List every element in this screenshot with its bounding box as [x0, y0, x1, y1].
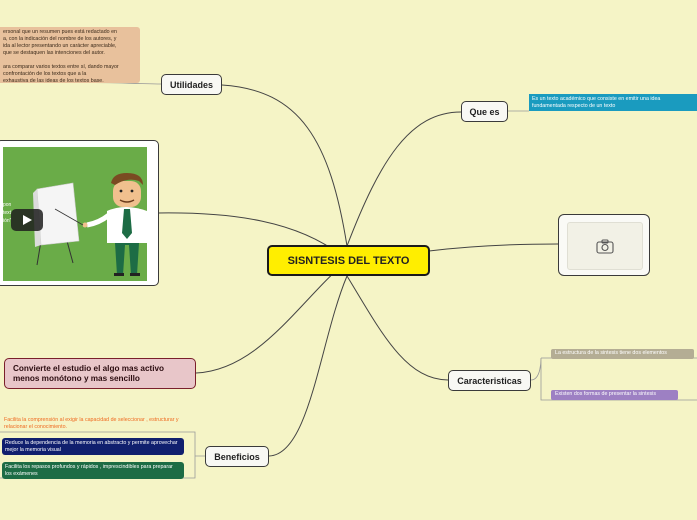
- branch-beneficios-label: Beneficios: [214, 451, 260, 462]
- que-es-note[interactable]: Es un texto académico que consiste en em…: [529, 94, 697, 111]
- branch-caracteristicas[interactable]: Caracteristicas: [448, 370, 531, 391]
- beneficio-item-1[interactable]: Facilita la comprensión al exigir la cap…: [4, 417, 184, 432]
- camera-icon: [596, 238, 614, 254]
- link-convierte: [195, 260, 348, 374]
- image-placeholder[interactable]: [567, 222, 643, 270]
- branch-convierte[interactable]: Convierte el estudio el algo mas activo …: [4, 358, 196, 389]
- image-node[interactable]: [558, 214, 650, 276]
- video-thumbnail[interactable]: pon text ión": [3, 147, 147, 281]
- caracteristica-item-2[interactable]: Existen dos formas de presentar la sinte…: [551, 390, 678, 400]
- play-button[interactable]: [11, 209, 43, 231]
- branch-que-es-label: Que es: [469, 106, 500, 117]
- branch-caracteristicas-label: Caracteristicas: [457, 375, 522, 386]
- branch-utilidades[interactable]: Utilidades: [161, 74, 222, 95]
- central-topic[interactable]: SISNTESIS DEL TEXTO: [267, 245, 430, 276]
- utilidades-note-line: exhaustiva de las ideas de los textos ba…: [3, 77, 104, 84]
- utilidades-note-line: ida al lector presentando un carácter ap…: [3, 43, 117, 49]
- link-utilidades: [221, 84, 348, 247]
- central-topic-label: SISNTESIS DEL TEXTO: [287, 254, 410, 267]
- beneficio-item-3[interactable]: Facilita los repasos profundos y rápidos…: [2, 462, 184, 479]
- utilidades-note-line: ersonal que un resumen pues está redacta…: [3, 29, 117, 35]
- branch-beneficios[interactable]: Beneficios: [205, 446, 269, 467]
- link-image: [428, 243, 559, 252]
- play-icon: [23, 215, 32, 225]
- video-node[interactable]: pon text ión": [0, 140, 159, 286]
- utilidades-note-text: ersonal que un resumen pues está redacta…: [3, 29, 137, 85]
- link-que-es: [346, 111, 462, 247]
- branch-utilidades-label: Utilidades: [169, 79, 213, 90]
- utilidades-note-line: a, con la indicación del nombre de los a…: [3, 36, 117, 42]
- branch-que-es[interactable]: Que es: [461, 101, 508, 122]
- link-caracteristicas: [346, 275, 449, 381]
- utilidades-note-line: confrontación de los textos que a la: [3, 70, 87, 77]
- caracteristica-item-1[interactable]: La estructura de la sintesis tiene dos e…: [551, 349, 694, 359]
- link-beneficios: [268, 275, 348, 457]
- utilidades-note-line: que se destaquen las intenciones del aut…: [3, 50, 105, 56]
- utilidades-note-line: ara comparar varios textos entre sí, dan…: [3, 63, 119, 70]
- branch-convierte-label: Convierte el estudio el algo mas activo …: [13, 363, 165, 383]
- beneficio-item-2[interactable]: Reduce la dependencia de la memoria en a…: [2, 438, 184, 455]
- link-caract-bracket: [530, 357, 551, 401]
- utilidades-note[interactable]: ersonal que un resumen pues está redacta…: [0, 27, 140, 85]
